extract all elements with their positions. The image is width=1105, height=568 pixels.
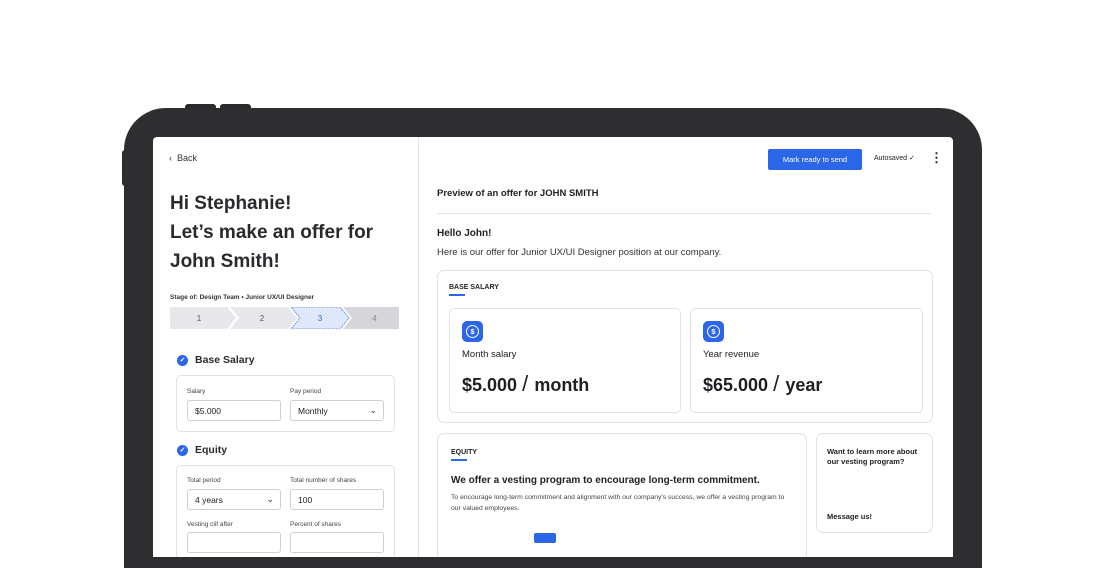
check-circle-icon: ✓ — [177, 444, 188, 456]
month-unit: month — [534, 375, 590, 395]
base-salary-title: Base Salary — [195, 354, 255, 366]
step-1[interactable]: 1 — [170, 307, 228, 329]
equity-heading: EQUITY — [451, 449, 478, 456]
learn-more-text: Want to learn more about our vesting pro… — [827, 447, 918, 466]
offer-preview-panel: Mark ready to send Autosaved ✓ ⋮ Preview… — [419, 137, 953, 557]
heading-underline — [451, 459, 467, 461]
heading-underline — [449, 294, 465, 296]
salary-label: Salary — [187, 388, 206, 395]
more-options-icon[interactable]: ⋮ — [930, 151, 943, 164]
step-2[interactable]: 2 — [232, 307, 292, 329]
check-circle-icon: ✓ — [177, 354, 188, 366]
base-salary-card: Salary $5.000 Pay period Monthly ⌄ — [176, 375, 395, 432]
month-amount: $5.000 — [462, 375, 518, 395]
preview-title: Preview of an offer for JOHN SMITH — [437, 188, 599, 199]
step-3[interactable]: 3 — [294, 307, 346, 329]
total-shares-value: 100 — [298, 494, 313, 505]
autosaved-status: Autosaved ✓ — [874, 155, 915, 162]
back-label: Back — [177, 153, 198, 163]
year-revenue-card: $ Year revenue $65.000 / year — [690, 308, 923, 413]
total-period-label: Total period — [187, 477, 221, 484]
chevron-down-icon: ⌄ — [266, 494, 274, 504]
learn-more-card: Want to learn more about our vesting pro… — [816, 433, 933, 533]
base-salary-heading: BASE SALARY — [449, 284, 499, 291]
salary-input[interactable]: $5.000 — [187, 400, 281, 421]
stage-stepper: 1 2 3 4 — [170, 307, 399, 329]
greeting-line-1: Hi Stephanie! — [170, 193, 292, 214]
total-shares-label: Total number of shares — [290, 477, 357, 484]
slash-separator: / — [773, 371, 786, 396]
pay-period-select[interactable]: Monthly ⌄ — [290, 400, 384, 421]
vesting-cliff-label: Vesting clif after — [187, 521, 233, 528]
mark-ready-button[interactable]: Mark ready to send — [768, 149, 862, 170]
intro-text: Here is our offer for Junior UX/UI Desig… — [437, 247, 722, 258]
equity-body: To encourage long-term commitment and al… — [451, 494, 785, 512]
back-link[interactable]: ‹ Back — [169, 153, 197, 163]
total-shares-input[interactable]: 100 — [290, 489, 384, 510]
month-salary-label: Month salary — [462, 349, 517, 360]
equity-title: Equity — [195, 444, 228, 456]
percent-shares-input[interactable] — [290, 532, 384, 553]
step-4[interactable]: 4 — [350, 307, 399, 329]
salary-value: $5.000 — [195, 405, 221, 416]
equity-card: Total period 4 years ⌄ Total number of s… — [176, 465, 395, 557]
dollar-coin-icon: $ — [462, 321, 483, 342]
chevron-down-icon: ⌄ — [369, 405, 377, 415]
tablet-screen: ‹ Back Hi Stephanie! Let’s make an offer… — [153, 137, 953, 557]
slash-separator: / — [522, 371, 535, 396]
total-period-select[interactable]: 4 years ⌄ — [187, 489, 281, 510]
month-salary-value: $5.000 / month — [462, 371, 589, 397]
month-salary-card: $ Month salary $5.000 / month — [449, 308, 681, 413]
year-revenue-label: Year revenue — [703, 349, 760, 360]
equity-highlight-chip — [534, 533, 556, 543]
equity-section-title: ✓ Equity — [177, 444, 227, 456]
total-period-value: 4 years — [195, 494, 223, 505]
stage-label: Stage of: Design Team • Junior UX/UI Des… — [170, 294, 315, 301]
hello-text: Hello John! — [437, 228, 492, 239]
equity-headline: We offer a vesting program to encourage … — [451, 475, 760, 486]
year-revenue-value: $65.000 / year — [703, 371, 822, 397]
base-salary-section-title: ✓ Base Salary — [177, 354, 255, 366]
greeting-line-2: Let’s make an offer for — [170, 222, 374, 243]
message-us-link[interactable]: Message us! — [827, 512, 872, 521]
base-salary-preview: BASE SALARY $ Month salary $5.000 / mont… — [437, 270, 933, 423]
page-title: Hi Stephanie! Let’s make an offer for Jo… — [170, 189, 410, 276]
year-unit: year — [785, 375, 823, 395]
percent-shares-label: Percent of shares — [290, 521, 341, 528]
offer-form-panel: ‹ Back Hi Stephanie! Let’s make an offer… — [153, 137, 419, 557]
vesting-cliff-select[interactable] — [187, 532, 281, 553]
pay-period-value: Monthly — [298, 405, 328, 416]
equity-preview: EQUITY We offer a vesting program to enc… — [437, 433, 807, 557]
pay-period-label: Pay period — [290, 388, 322, 395]
dollar-coin-icon: $ — [703, 321, 724, 342]
chevron-left-icon: ‹ — [169, 153, 172, 163]
greeting-line-3: John Smith! — [170, 251, 280, 272]
divider — [437, 213, 931, 214]
year-amount: $65.000 — [703, 375, 769, 395]
